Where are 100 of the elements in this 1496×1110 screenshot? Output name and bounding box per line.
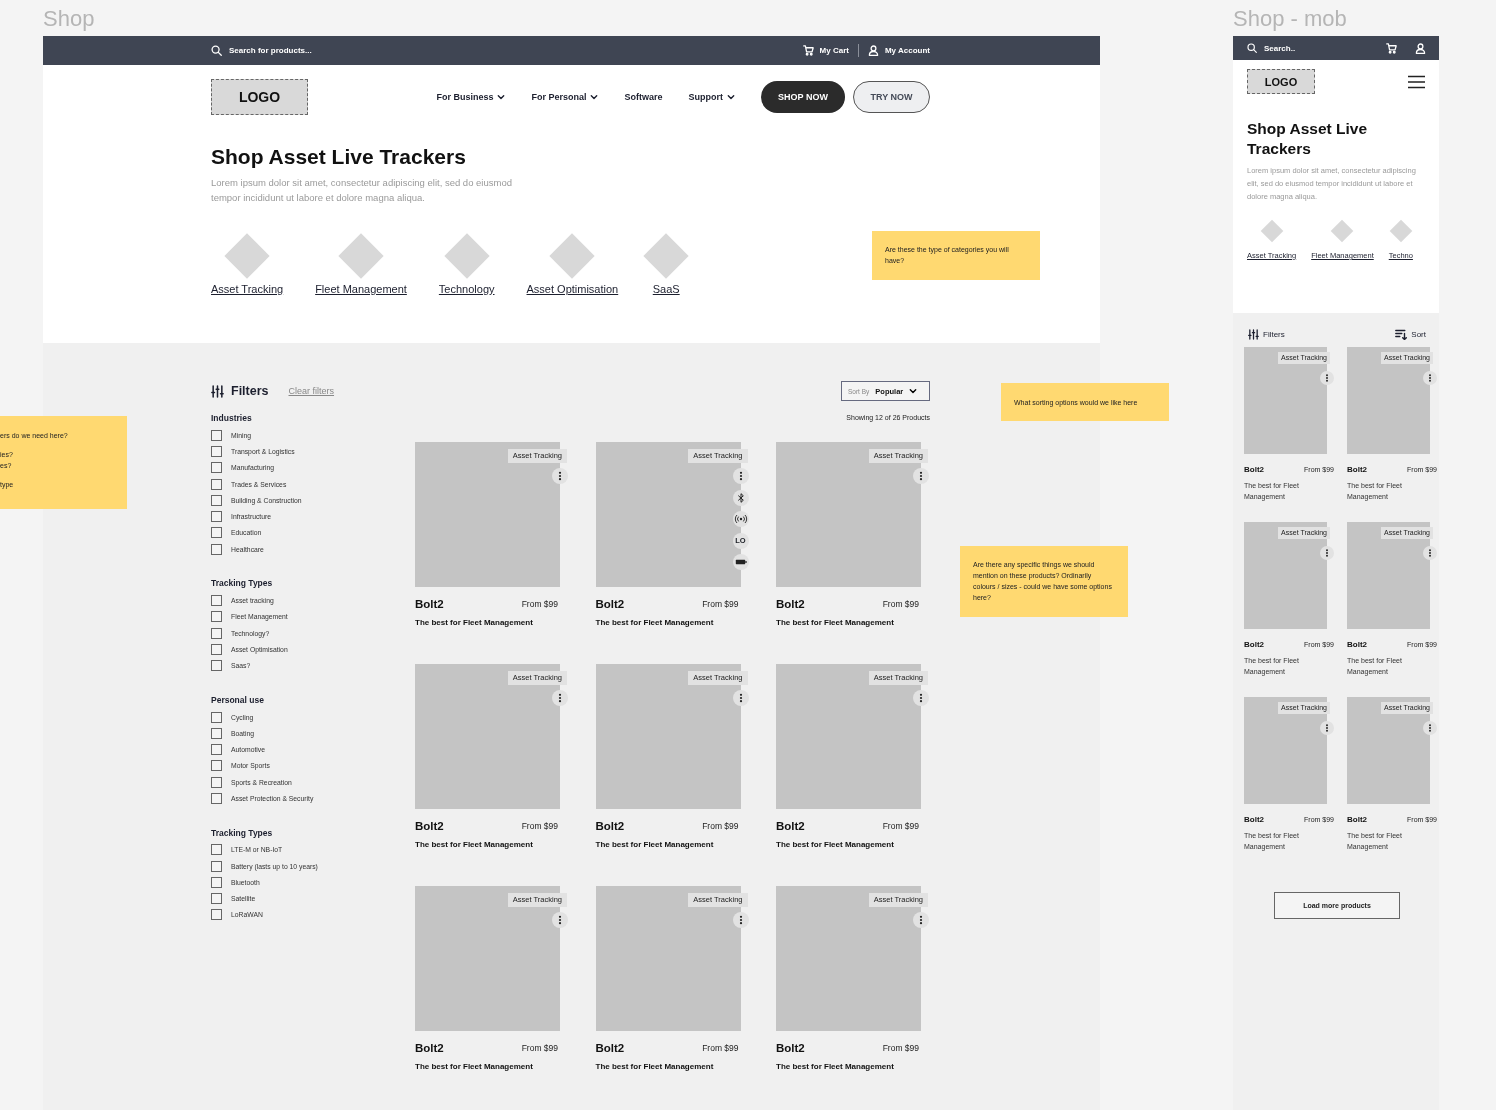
more-options-icon[interactable] (1423, 721, 1437, 735)
checkbox[interactable] (211, 760, 222, 772)
product-name: Bolt2 (415, 820, 444, 832)
search-icon (211, 45, 222, 56)
checkbox[interactable] (211, 543, 222, 555)
page-title: Shop Asset Live Trackers (1247, 119, 1368, 159)
checkbox[interactable] (211, 611, 222, 623)
more-options-icon[interactable] (1423, 546, 1437, 560)
product-price: From $99 (521, 1043, 558, 1053)
logo[interactable]: LOGO (1247, 69, 1315, 94)
product-description: The best for Fleet Management (415, 1061, 534, 1073)
more-options-icon[interactable] (1423, 371, 1437, 385)
page-title: Shop Asset Live Trackers (211, 145, 467, 169)
cart-link[interactable]: My Cart (802, 45, 849, 56)
product-price: From $99 (882, 599, 919, 609)
checkbox[interactable] (211, 527, 222, 539)
shop-now-button[interactable]: SHOP NOW (761, 81, 845, 113)
category-link[interactable]: Technology (438, 282, 495, 296)
product-description: The best for Fleet Management (595, 1061, 715, 1073)
product-description: The best for Fleet Management (776, 1061, 895, 1073)
nav-link[interactable]: Software (624, 92, 663, 102)
product-name: Bolt2 (776, 1042, 805, 1054)
checkbox[interactable] (211, 860, 222, 872)
more-options-icon[interactable] (913, 468, 929, 484)
search-field[interactable]: Search.. (1264, 43, 1324, 53)
battery-icon (732, 554, 749, 570)
product-price: From $99 (521, 599, 558, 609)
category-link[interactable]: SaaS (652, 282, 680, 296)
checkbox[interactable] (211, 909, 222, 921)
more-options-icon[interactable] (732, 468, 749, 484)
more-options-icon[interactable] (913, 690, 929, 706)
chevron-down-icon (909, 387, 918, 395)
nav-link[interactable]: For Business (436, 92, 506, 102)
more-options-icon[interactable] (1320, 721, 1334, 735)
nav-link[interactable]: For Personal (531, 92, 599, 102)
checkbox[interactable] (211, 876, 222, 888)
cart-icon[interactable] (802, 45, 814, 56)
product-price: From $99 (882, 1043, 919, 1053)
more-options-icon[interactable] (1320, 371, 1334, 385)
checkbox[interactable] (211, 478, 222, 490)
product-description: The best for Fleet Management (595, 617, 715, 629)
checkbox[interactable] (211, 793, 222, 804)
more-options-icon[interactable] (552, 468, 568, 484)
checkbox[interactable] (211, 744, 222, 756)
menu-icon[interactable] (1408, 74, 1425, 89)
product-description: The best for Fleet Management (415, 839, 534, 851)
checkbox[interactable] (211, 429, 222, 441)
cart-icon[interactable] (1386, 42, 1397, 54)
user-icon[interactable] (867, 45, 879, 56)
checkbox[interactable] (211, 844, 222, 856)
frame-title: Shop (43, 6, 95, 32)
checkbox[interactable] (211, 711, 222, 723)
category-link[interactable]: Fleet Management (315, 282, 407, 296)
product-name: Bolt2 (415, 1042, 444, 1054)
more-options-icon[interactable] (1320, 546, 1334, 560)
product-name: Bolt2 (595, 598, 625, 610)
filter-sliders-icon[interactable] (211, 384, 224, 398)
checkbox[interactable] (211, 893, 222, 905)
checkbox[interactable] (211, 727, 222, 739)
search-field[interactable]: Search for products... (229, 46, 319, 55)
logo[interactable]: LOGO (211, 79, 308, 115)
checkbox[interactable] (211, 627, 222, 639)
checkbox[interactable] (211, 494, 222, 506)
checkbox[interactable] (211, 511, 222, 523)
product-name: Bolt2 (415, 598, 444, 610)
category-link[interactable]: Asset Optimisation (526, 282, 619, 296)
product-description: The best for Fleet Management (595, 839, 715, 851)
category-link[interactable]: Asset Tracking (211, 282, 284, 296)
product-description: The best for Fleet Management (776, 839, 895, 851)
product-description: The best for Fleet Management (776, 617, 895, 629)
try-now-button[interactable]: TRY NOW (853, 81, 930, 113)
more-options-icon[interactable] (913, 912, 929, 928)
bluetooth-icon (732, 489, 749, 506)
account-link[interactable]: My Account (867, 45, 930, 56)
filters-title: Filters (231, 384, 269, 398)
sort-button[interactable]: Sort (1395, 328, 1426, 340)
product-name: Bolt2 (595, 820, 625, 832)
user-icon[interactable] (1415, 42, 1426, 54)
frame-title: Shop - mob (1233, 6, 1347, 32)
checkbox[interactable] (211, 445, 222, 457)
product-name: Bolt2 (1347, 464, 1367, 474)
product-name: Bolt2 (1244, 464, 1264, 474)
filter-sliders-icon[interactable] (1248, 328, 1259, 340)
checkbox[interactable] (211, 595, 222, 606)
nav-link[interactable]: Support (688, 92, 735, 102)
product-name: Bolt2 (776, 820, 805, 832)
more-options-icon[interactable] (552, 912, 568, 928)
product-name: Bolt2 (1347, 814, 1367, 824)
checkbox[interactable] (211, 462, 222, 474)
filter-heading: Personal use (211, 693, 265, 706)
checkbox[interactable] (211, 660, 222, 672)
filters-button[interactable]: Filters (1248, 328, 1285, 340)
product-price: From $99 (702, 599, 739, 609)
checkbox[interactable] (211, 776, 222, 788)
more-options-icon[interactable] (732, 912, 749, 928)
search-icon (1247, 43, 1257, 53)
more-options-icon[interactable] (552, 690, 568, 706)
signal-icon (732, 511, 749, 527)
checkbox[interactable] (211, 643, 222, 655)
more-options-icon[interactable] (732, 690, 749, 706)
